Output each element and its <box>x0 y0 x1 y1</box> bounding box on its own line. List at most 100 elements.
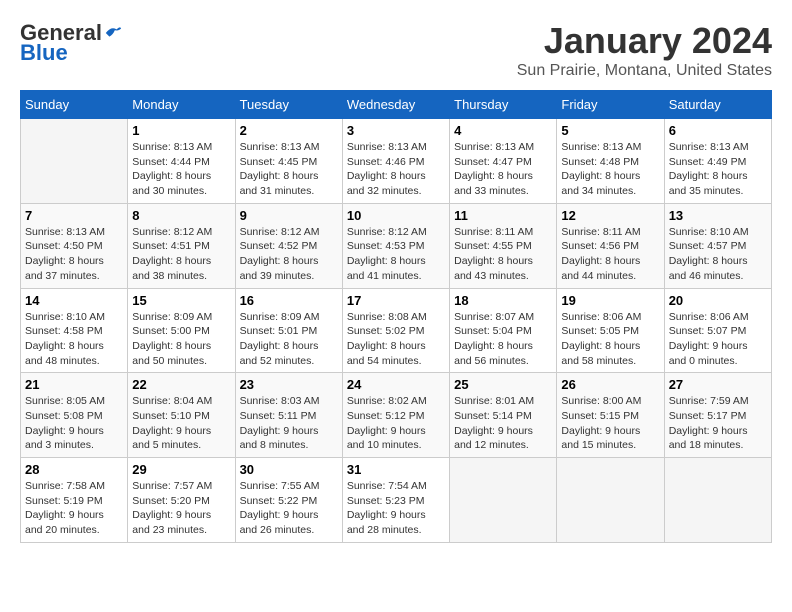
day-number: 24 <box>347 377 445 392</box>
day-number: 3 <box>347 123 445 138</box>
day-number: 30 <box>240 462 338 477</box>
calendar-cell: 30 Sunrise: 7:55 AM Sunset: 5:22 PM Dayli… <box>235 458 342 543</box>
logo: General Blue <box>20 20 122 66</box>
calendar-cell: 29Sunrise: 7:57 AM Sunset: 5:20 PM Dayli… <box>128 458 235 543</box>
calendar-cell: 4Sunrise: 8:13 AM Sunset: 4:47 PM Daylig… <box>450 119 557 204</box>
calendar-cell: 14Sunrise: 8:10 AM Sunset: 4:58 PM Dayli… <box>21 288 128 373</box>
header-wednesday: Wednesday <box>342 91 449 119</box>
calendar-cell: 18 Sunrise: 8:07 AM Sunset: 5:04 PM Dayli… <box>450 288 557 373</box>
day-number: 27 <box>669 377 767 392</box>
day-info: Sunrise: 8:09 AM Sunset: 5:01 PM Dayligh… <box>240 310 338 369</box>
calendar-week-3: 21Sunrise: 8:05 AM Sunset: 5:08 PM Dayli… <box>21 373 772 458</box>
calendar-cell: 26 Sunrise: 8:00 AM Sunset: 5:15 PM Dayli… <box>557 373 664 458</box>
calendar-cell: 5Sunrise: 8:13 AM Sunset: 4:48 PM Daylig… <box>557 119 664 204</box>
calendar-cell: 17 Sunrise: 8:08 AM Sunset: 5:02 PM Dayli… <box>342 288 449 373</box>
day-number: 20 <box>669 293 767 308</box>
title-section: January 2024 Sun Prairie, Montana, Unite… <box>517 20 772 80</box>
calendar-cell <box>557 458 664 543</box>
calendar-cell: 15Sunrise: 8:09 AM Sunset: 5:00 PM Dayli… <box>128 288 235 373</box>
calendar-cell: 13 Sunrise: 8:10 AM Sunset: 4:57 PM Dayli… <box>664 203 771 288</box>
header-saturday: Saturday <box>664 91 771 119</box>
calendar-cell: 20 Sunrise: 8:06 AM Sunset: 5:07 PM Dayli… <box>664 288 771 373</box>
day-number: 1 <box>132 123 230 138</box>
day-number: 10 <box>347 208 445 223</box>
day-number: 25 <box>454 377 552 392</box>
calendar-cell: 2 Sunrise: 8:13 AM Sunset: 4:45 PM Daylig… <box>235 119 342 204</box>
calendar-cell: 31Sunrise: 7:54 AM Sunset: 5:23 PM Dayli… <box>342 458 449 543</box>
day-info: Sunrise: 8:07 AM Sunset: 5:04 PM Dayligh… <box>454 310 552 369</box>
day-number: 11 <box>454 208 552 223</box>
day-info: Sunrise: 8:10 AM Sunset: 4:58 PM Dayligh… <box>25 310 123 369</box>
calendar-cell <box>450 458 557 543</box>
day-number: 4 <box>454 123 552 138</box>
day-info: Sunrise: 8:12 AM Sunset: 4:53 PM Dayligh… <box>347 225 445 284</box>
calendar-cell: 16 Sunrise: 8:09 AM Sunset: 5:01 PM Dayli… <box>235 288 342 373</box>
calendar-cell: 7 Sunrise: 8:13 AM Sunset: 4:50 PM Daylig… <box>21 203 128 288</box>
day-number: 7 <box>25 208 123 223</box>
logo-blue-text: Blue <box>20 40 68 66</box>
day-info: Sunrise: 7:54 AM Sunset: 5:23 PM Dayligh… <box>347 479 445 538</box>
day-info: Sunrise: 8:06 AM Sunset: 5:07 PM Dayligh… <box>669 310 767 369</box>
day-info: Sunrise: 8:13 AM Sunset: 4:45 PM Dayligh… <box>240 140 338 199</box>
day-info: Sunrise: 7:55 AM Sunset: 5:22 PM Dayligh… <box>240 479 338 538</box>
calendar-cell: 25 Sunrise: 8:01 AM Sunset: 5:14 PM Dayli… <box>450 373 557 458</box>
day-number: 6 <box>669 123 767 138</box>
day-info: Sunrise: 8:03 AM Sunset: 5:11 PM Dayligh… <box>240 394 338 453</box>
calendar-cell: 21Sunrise: 8:05 AM Sunset: 5:08 PM Dayli… <box>21 373 128 458</box>
calendar-table: SundayMondayTuesdayWednesdayThursdayFrid… <box>20 90 772 543</box>
day-info: Sunrise: 8:00 AM Sunset: 5:15 PM Dayligh… <box>561 394 659 453</box>
day-number: 28 <box>25 462 123 477</box>
calendar-header-row: SundayMondayTuesdayWednesdayThursdayFrid… <box>21 91 772 119</box>
day-number: 26 <box>561 377 659 392</box>
day-number: 16 <box>240 293 338 308</box>
calendar-cell: 11 Sunrise: 8:11 AM Sunset: 4:55 PM Dayli… <box>450 203 557 288</box>
calendar-week-0: 1 Sunrise: 8:13 AM Sunset: 4:44 PM Daylig… <box>21 119 772 204</box>
day-number: 22 <box>132 377 230 392</box>
calendar-body: 1 Sunrise: 8:13 AM Sunset: 4:44 PM Daylig… <box>21 119 772 543</box>
calendar-cell: 28Sunrise: 7:58 AM Sunset: 5:19 PM Dayli… <box>21 458 128 543</box>
day-info: Sunrise: 8:06 AM Sunset: 5:05 PM Dayligh… <box>561 310 659 369</box>
calendar-cell: 12 Sunrise: 8:11 AM Sunset: 4:56 PM Dayli… <box>557 203 664 288</box>
day-info: Sunrise: 8:09 AM Sunset: 5:00 PM Dayligh… <box>132 310 230 369</box>
day-info: Sunrise: 8:11 AM Sunset: 4:55 PM Dayligh… <box>454 225 552 284</box>
header-friday: Friday <box>557 91 664 119</box>
day-number: 23 <box>240 377 338 392</box>
calendar-week-2: 14Sunrise: 8:10 AM Sunset: 4:58 PM Dayli… <box>21 288 772 373</box>
day-info: Sunrise: 8:02 AM Sunset: 5:12 PM Dayligh… <box>347 394 445 453</box>
day-info: Sunrise: 8:11 AM Sunset: 4:56 PM Dayligh… <box>561 225 659 284</box>
calendar-subtitle: Sun Prairie, Montana, United States <box>517 62 772 80</box>
calendar-week-1: 7 Sunrise: 8:13 AM Sunset: 4:50 PM Daylig… <box>21 203 772 288</box>
calendar-cell: 1 Sunrise: 8:13 AM Sunset: 4:44 PM Daylig… <box>128 119 235 204</box>
calendar-cell: 6 Sunrise: 8:13 AM Sunset: 4:49 PM Daylig… <box>664 119 771 204</box>
day-info: Sunrise: 8:10 AM Sunset: 4:57 PM Dayligh… <box>669 225 767 284</box>
day-number: 21 <box>25 377 123 392</box>
header-tuesday: Tuesday <box>235 91 342 119</box>
day-info: Sunrise: 8:13 AM Sunset: 4:49 PM Dayligh… <box>669 140 767 199</box>
day-number: 12 <box>561 208 659 223</box>
day-info: Sunrise: 7:59 AM Sunset: 5:17 PM Dayligh… <box>669 394 767 453</box>
header-sunday: Sunday <box>21 91 128 119</box>
calendar-cell: 8Sunrise: 8:12 AM Sunset: 4:51 PM Daylig… <box>128 203 235 288</box>
calendar-week-4: 28Sunrise: 7:58 AM Sunset: 5:19 PM Dayli… <box>21 458 772 543</box>
calendar-cell: 27 Sunrise: 7:59 AM Sunset: 5:17 PM Dayli… <box>664 373 771 458</box>
day-number: 17 <box>347 293 445 308</box>
day-info: Sunrise: 8:13 AM Sunset: 4:46 PM Dayligh… <box>347 140 445 199</box>
day-number: 2 <box>240 123 338 138</box>
day-number: 19 <box>561 293 659 308</box>
day-number: 9 <box>240 208 338 223</box>
calendar-cell <box>21 119 128 204</box>
day-info: Sunrise: 8:08 AM Sunset: 5:02 PM Dayligh… <box>347 310 445 369</box>
calendar-cell: 9 Sunrise: 8:12 AM Sunset: 4:52 PM Daylig… <box>235 203 342 288</box>
day-info: Sunrise: 8:13 AM Sunset: 4:44 PM Dayligh… <box>132 140 230 199</box>
day-number: 29 <box>132 462 230 477</box>
calendar-cell: 22Sunrise: 8:04 AM Sunset: 5:10 PM Dayli… <box>128 373 235 458</box>
day-info: Sunrise: 8:13 AM Sunset: 4:50 PM Dayligh… <box>25 225 123 284</box>
calendar-cell: 19 Sunrise: 8:06 AM Sunset: 5:05 PM Dayli… <box>557 288 664 373</box>
logo-bird-icon <box>104 24 122 42</box>
day-info: Sunrise: 8:12 AM Sunset: 4:52 PM Dayligh… <box>240 225 338 284</box>
day-number: 18 <box>454 293 552 308</box>
day-number: 13 <box>669 208 767 223</box>
page-header: General Blue January 2024 Sun Prairie, M… <box>20 20 772 80</box>
calendar-cell: 23 Sunrise: 8:03 AM Sunset: 5:11 PM Dayli… <box>235 373 342 458</box>
day-info: Sunrise: 8:01 AM Sunset: 5:14 PM Dayligh… <box>454 394 552 453</box>
